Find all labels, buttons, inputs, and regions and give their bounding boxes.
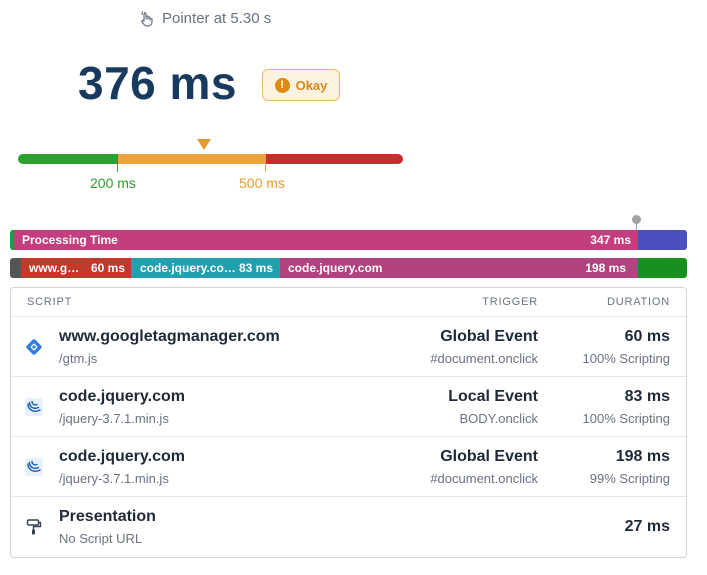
pointer-pin-dot[interactable] <box>632 215 641 224</box>
duration-value: 198 ms <box>615 448 670 465</box>
script-path: /jquery-3.7.1.min.js <box>59 471 169 486</box>
trigger-target: #document.onclick <box>430 351 538 366</box>
trigger-type: Global Event <box>440 328 538 345</box>
script-segment-value: 60 ms <box>90 261 125 275</box>
status-badge: ! Okay <box>262 69 340 101</box>
duration-breakdown: 99% Scripting <box>589 471 670 486</box>
good-range-segment <box>18 154 117 164</box>
table-row[interactable]: www.googletagmanager.com /gtm.js Global … <box>11 316 686 377</box>
duration-value: 27 ms <box>624 518 670 535</box>
jquery-icon <box>24 457 44 477</box>
table-row[interactable]: code.jquery.com /jquery-3.7.1.min.js Loc… <box>11 376 686 437</box>
value-marker-icon <box>197 139 211 150</box>
trigger-target: #document.onclick <box>430 471 538 486</box>
script-path: /jquery-3.7.1.min.js <box>59 411 169 426</box>
scripts-bar-start-segment <box>10 258 21 278</box>
table-row[interactable]: code.jquery.com /jquery-3.7.1.min.js Glo… <box>11 436 686 497</box>
script-segment-jquery-global[interactable]: code.jquery.com 198 ms <box>280 258 638 278</box>
script-path: /gtm.js <box>59 351 98 366</box>
poor-threshold-tick <box>265 154 266 172</box>
column-header-trigger: TRIGGER <box>482 296 538 308</box>
script-domain: code.jquery.com <box>59 388 185 405</box>
poor-threshold-label: 500 ms <box>239 175 285 191</box>
script-segment-value: 83 ms <box>238 261 273 275</box>
good-threshold-tick <box>117 154 118 172</box>
table-row[interactable]: Presentation No Script URL 27 ms <box>11 496 686 557</box>
trigger-type: Local Event <box>448 388 538 405</box>
poor-range-segment <box>265 154 403 164</box>
script-domain: Presentation <box>59 508 156 525</box>
needs-improvement-range-segment <box>117 154 265 164</box>
column-header-script: SCRIPT <box>27 296 73 308</box>
script-segment-value: 198 ms <box>585 261 626 275</box>
pointer-timestamp: Pointer at 5.30 s <box>140 10 271 27</box>
script-segment-label: code.jquery.co… <box>140 261 236 275</box>
processing-time-segment[interactable]: Processing Time 347 ms <box>14 230 638 250</box>
pointer-label: Pointer at 5.30 s <box>162 10 272 27</box>
threshold-scale <box>18 154 403 164</box>
column-header-duration: DURATION <box>606 296 670 308</box>
processing-time-value: 347 ms <box>590 233 631 247</box>
trigger-type: Global Event <box>440 448 538 465</box>
script-segment-label: code.jquery.com <box>288 261 383 275</box>
script-segment-label: www.g… <box>29 261 80 275</box>
script-domain: code.jquery.com <box>59 448 185 465</box>
script-path: No Script URL <box>59 531 143 546</box>
duration-breakdown: 100% Scripting <box>582 351 670 366</box>
processing-time-label: Processing Time <box>22 233 118 247</box>
duration-value: 83 ms <box>624 388 670 405</box>
scripts-bar-end-segment <box>638 258 687 278</box>
processing-bar-end-segment <box>638 230 687 250</box>
google-tag-manager-icon <box>24 337 44 357</box>
good-threshold-label: 200 ms <box>90 175 136 191</box>
trigger-target: BODY.onclick <box>459 411 538 426</box>
pointer-hand-icon <box>140 10 154 27</box>
scripts-breakdown-bar: www.g… 60 ms code.jquery.co… 83 ms code.… <box>10 258 687 278</box>
interaction-duration-value: 376 ms <box>78 57 238 109</box>
jquery-icon <box>24 397 44 417</box>
duration-value: 60 ms <box>624 328 670 345</box>
scripts-table: SCRIPT TRIGGER DURATION www.googletagman… <box>10 287 687 558</box>
status-badge-label: Okay <box>295 77 328 93</box>
duration-breakdown: 100% Scripting <box>582 411 670 426</box>
script-domain: www.googletagmanager.com <box>59 328 280 345</box>
paint-roller-icon <box>24 517 44 537</box>
script-segment-jquery-local[interactable]: code.jquery.co… 83 ms <box>131 258 280 278</box>
exclamation-icon: ! <box>274 77 290 93</box>
script-segment-gtm[interactable]: www.g… 60 ms <box>21 258 131 278</box>
processing-time-bar: Processing Time 347 ms <box>10 230 687 250</box>
